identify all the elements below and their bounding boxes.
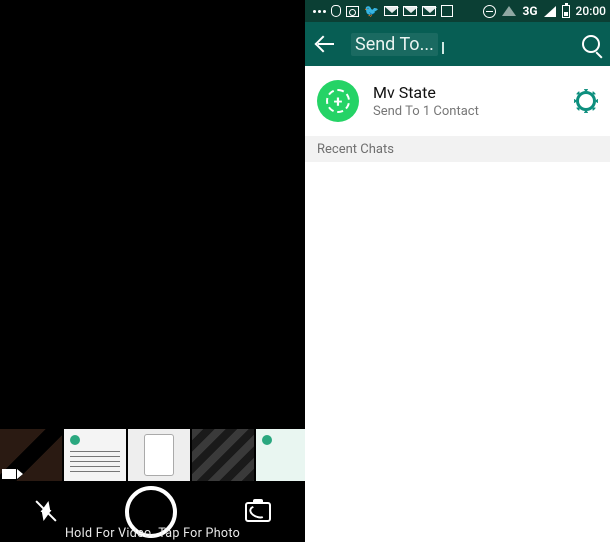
- status-settings-icon[interactable]: [576, 91, 596, 111]
- gallery-thumbnail[interactable]: [192, 429, 254, 481]
- image-icon: [346, 6, 359, 17]
- mic-icon: [331, 5, 341, 17]
- android-status-bar: 🐦 3G 20:00: [305, 0, 610, 22]
- gallery-thumbnail[interactable]: [128, 429, 190, 481]
- dnd-icon: [483, 5, 496, 18]
- status-text: Mv State Send To 1 Contact: [373, 83, 479, 119]
- gallery-thumbnail-strip: [0, 429, 305, 481]
- app-bar: Send To...: [305, 22, 610, 66]
- camera-viewfinder[interactable]: [0, 0, 305, 429]
- gallery-thumbnail[interactable]: [64, 429, 126, 481]
- mail-icon: [403, 6, 417, 16]
- flash-toggle-icon[interactable]: [34, 500, 58, 524]
- twitter-icon: 🐦: [364, 5, 379, 17]
- clock: 20:00: [576, 4, 606, 18]
- video-badge-icon: [2, 469, 23, 479]
- gmail-icon: [384, 6, 398, 16]
- battery-icon: [562, 5, 570, 18]
- camera-pane: Hold For Video. Tap For Photo: [0, 0, 305, 542]
- back-button[interactable]: [315, 33, 337, 55]
- whatsapp-pane: 🐦 3G 20:00 Send To... + Mv State Send To…: [305, 0, 610, 542]
- appbar-title: Send To...: [351, 33, 438, 56]
- wifi-icon: [502, 6, 516, 16]
- app-icon: [441, 5, 453, 17]
- my-status-row[interactable]: + Mv State Send To 1 Contact: [305, 66, 610, 136]
- network-type-label: 3G: [522, 4, 537, 18]
- section-header-recent-chats: Recent Chats: [305, 136, 610, 162]
- gallery-thumbnail[interactable]: [0, 429, 62, 481]
- status-title: Mv State: [373, 83, 479, 102]
- search-icon[interactable]: [582, 35, 600, 53]
- status-avatar-icon: +: [317, 80, 359, 122]
- mail-icon: [422, 6, 436, 16]
- more-notifications-icon: [313, 10, 326, 13]
- status-subtitle: Send To 1 Contact: [373, 104, 479, 119]
- gallery-thumbnail[interactable]: [256, 429, 311, 481]
- camera-hint-text: Hold For Video. Tap For Photo: [0, 526, 305, 541]
- switch-camera-icon[interactable]: [245, 502, 271, 522]
- cell-signal-icon: [544, 6, 556, 17]
